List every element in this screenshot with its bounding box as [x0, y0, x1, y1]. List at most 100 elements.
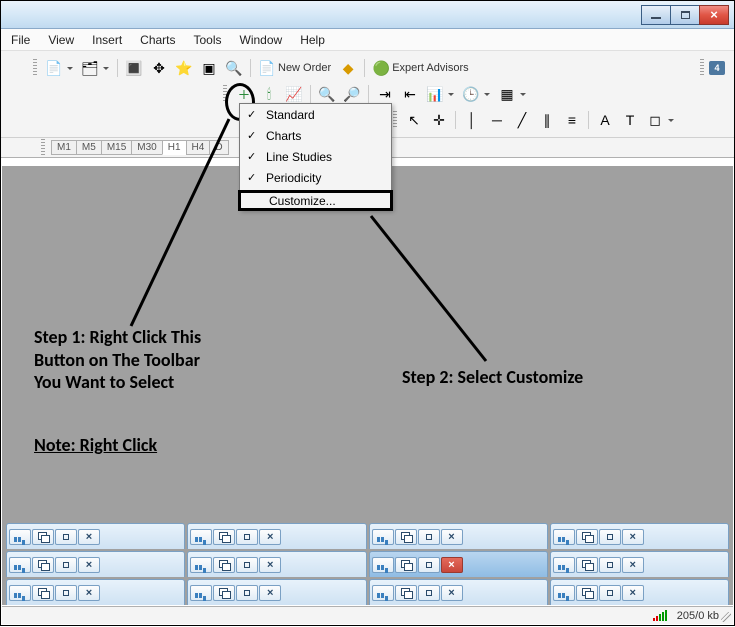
- navigator-button[interactable]: ✥: [147, 57, 171, 79]
- maximize-icon[interactable]: [418, 529, 440, 545]
- menu-file[interactable]: File: [11, 33, 30, 47]
- close-tab-icon[interactable]: ×: [441, 557, 463, 573]
- channel-button[interactable]: ∥: [535, 109, 559, 131]
- close-tab-icon[interactable]: ×: [78, 585, 100, 601]
- restore-icon[interactable]: [32, 529, 54, 545]
- period-d1[interactable]: D: [209, 140, 228, 155]
- chart-tab[interactable]: ×: [187, 523, 366, 549]
- period-m30[interactable]: M30: [131, 140, 162, 155]
- close-tab-icon[interactable]: ×: [259, 585, 281, 601]
- chart-tab[interactable]: ×: [369, 523, 548, 549]
- period-m15[interactable]: M15: [101, 140, 132, 155]
- trendline-button[interactable]: ╱: [510, 109, 534, 131]
- restore-icon[interactable]: [395, 585, 417, 601]
- restore-icon[interactable]: [32, 585, 54, 601]
- chart-tab[interactable]: ×: [550, 523, 729, 549]
- new-order-button[interactable]: 📄 New Order: [255, 57, 335, 79]
- restore-icon[interactable]: [576, 529, 598, 545]
- toolbar-grip[interactable]: [393, 111, 397, 129]
- maximize-icon[interactable]: [236, 585, 258, 601]
- periods-button[interactable]: 🕒: [459, 83, 494, 105]
- maximize-icon[interactable]: [236, 557, 258, 573]
- context-item-charts[interactable]: ✓ Charts: [240, 125, 391, 146]
- objects-button[interactable]: ◻: [643, 109, 678, 131]
- close-tab-icon[interactable]: ×: [78, 529, 100, 545]
- close-tab-icon[interactable]: ×: [78, 557, 100, 573]
- maximize-icon[interactable]: [599, 585, 621, 601]
- context-item-customize[interactable]: Customize...: [238, 190, 393, 211]
- fibonacci-button[interactable]: ≡: [560, 109, 584, 131]
- restore-icon[interactable]: [213, 529, 235, 545]
- context-item-periodicity[interactable]: ✓ Periodicity: [240, 167, 391, 188]
- crosshair-button[interactable]: ✛: [427, 109, 451, 131]
- menu-insert[interactable]: Insert: [92, 33, 122, 47]
- window-close-button[interactable]: ×: [699, 5, 729, 25]
- menu-view[interactable]: View: [48, 33, 74, 47]
- data-window-button[interactable]: ⭐: [172, 57, 196, 79]
- horizontal-line-button[interactable]: ─: [485, 109, 509, 131]
- period-h4[interactable]: H4: [186, 140, 211, 155]
- maximize-icon[interactable]: [55, 557, 77, 573]
- menu-charts[interactable]: Charts: [140, 33, 175, 47]
- maximize-icon[interactable]: [599, 557, 621, 573]
- close-tab-icon[interactable]: ×: [259, 529, 281, 545]
- chart-tab[interactable]: ×: [369, 579, 548, 605]
- chart-tab[interactable]: ×: [6, 579, 185, 605]
- close-tab-icon[interactable]: ×: [441, 529, 463, 545]
- maximize-icon[interactable]: [55, 585, 77, 601]
- window-minimize-button[interactable]: [641, 5, 671, 25]
- chart-tab[interactable]: ×: [6, 523, 185, 549]
- line-chart-button[interactable]: 📈: [282, 83, 306, 105]
- templates-button[interactable]: ▦: [495, 83, 530, 105]
- close-tab-icon[interactable]: ×: [622, 557, 644, 573]
- notification-badge[interactable]: 4: [709, 61, 725, 75]
- menu-help[interactable]: Help: [300, 33, 325, 47]
- window-maximize-button[interactable]: [670, 5, 700, 25]
- vertical-line-button[interactable]: │: [460, 109, 484, 131]
- restore-icon[interactable]: [32, 557, 54, 573]
- metaquotes-button[interactable]: ◆: [336, 57, 360, 79]
- expert-advisors-button[interactable]: 🟢 Expert Advisors: [369, 57, 472, 79]
- text-button[interactable]: A: [593, 109, 617, 131]
- period-m1[interactable]: M1: [51, 140, 77, 155]
- chart-shift-button[interactable]: ⇤: [398, 83, 422, 105]
- chart-tab[interactable]: ×: [550, 579, 729, 605]
- zoom-out-button[interactable]: 🔎: [340, 83, 364, 105]
- toolbar-grip-right[interactable]: [700, 59, 704, 77]
- chart-tab[interactable]: ×: [550, 551, 729, 577]
- text-label-button[interactable]: T: [618, 109, 642, 131]
- toolbar-grip[interactable]: [33, 59, 37, 77]
- chart-tab[interactable]: ×: [187, 579, 366, 605]
- close-tab-icon[interactable]: ×: [259, 557, 281, 573]
- menu-tools[interactable]: Tools: [194, 33, 222, 47]
- context-item-standard[interactable]: ✓ Standard: [240, 104, 391, 125]
- period-m5[interactable]: M5: [76, 140, 102, 155]
- restore-icon[interactable]: [395, 557, 417, 573]
- restore-icon[interactable]: [395, 529, 417, 545]
- chart-tab[interactable]: ×: [6, 551, 185, 577]
- chart-tab[interactable]: ×: [187, 551, 366, 577]
- restore-icon[interactable]: [576, 557, 598, 573]
- auto-scroll-button[interactable]: ⇥: [373, 83, 397, 105]
- restore-icon[interactable]: [576, 585, 598, 601]
- context-item-line-studies[interactable]: ✓ Line Studies: [240, 146, 391, 167]
- indicators-button[interactable]: 📊: [423, 83, 458, 105]
- strategy-tester-button[interactable]: 🔍: [222, 57, 246, 79]
- terminal-button[interactable]: ▣: [197, 57, 221, 79]
- cursor-button[interactable]: ↖: [402, 109, 426, 131]
- new-chart-button[interactable]: 📄: [42, 57, 77, 79]
- maximize-icon[interactable]: [236, 529, 258, 545]
- period-h1[interactable]: H1: [162, 140, 187, 155]
- restore-icon[interactable]: [213, 557, 235, 573]
- maximize-icon[interactable]: [599, 529, 621, 545]
- zoom-in-button[interactable]: 🔍: [315, 83, 339, 105]
- maximize-icon[interactable]: [418, 557, 440, 573]
- menu-window[interactable]: Window: [240, 33, 283, 47]
- market-watch-button[interactable]: 🔳: [122, 57, 146, 79]
- maximize-icon[interactable]: [55, 529, 77, 545]
- maximize-icon[interactable]: [418, 585, 440, 601]
- restore-icon[interactable]: [213, 585, 235, 601]
- close-tab-icon[interactable]: ×: [622, 529, 644, 545]
- toolbar-grip[interactable]: [41, 139, 45, 157]
- chart-tab-active[interactable]: ×: [369, 551, 548, 577]
